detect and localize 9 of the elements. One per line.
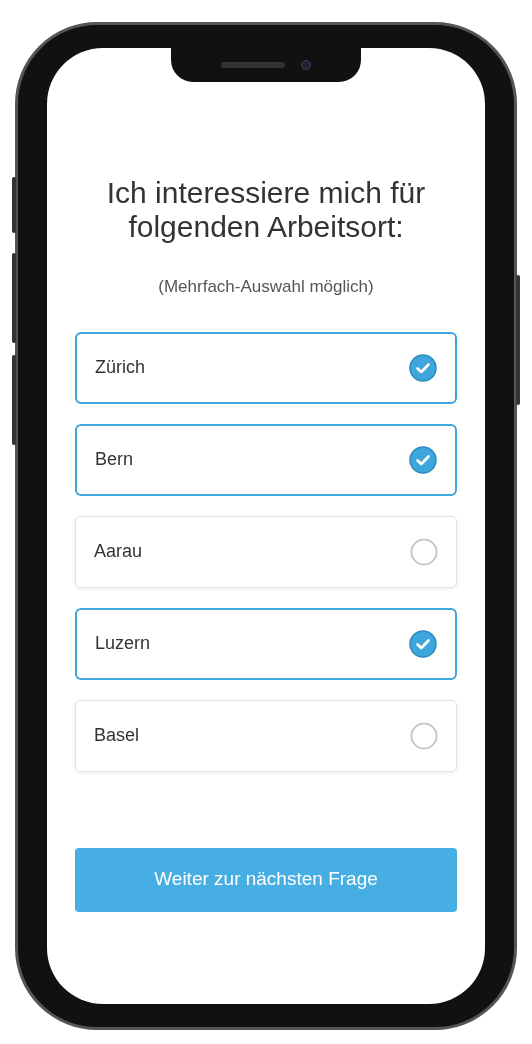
- option-card[interactable]: Zürich: [75, 331, 457, 404]
- speaker-icon: [221, 62, 285, 68]
- camera-icon: [301, 60, 311, 70]
- option-card[interactable]: Bern: [75, 423, 457, 496]
- option-card[interactable]: Luzern: [75, 607, 457, 680]
- option-card[interactable]: Basel: [75, 699, 457, 772]
- question-title: Ich interessiere mich für folgenden Arbeitsort:: [105, 176, 427, 244]
- question-hint: (Mehrfach-Auswahl möglich): [157, 276, 375, 298]
- option-card[interactable]: Aarau: [75, 515, 457, 588]
